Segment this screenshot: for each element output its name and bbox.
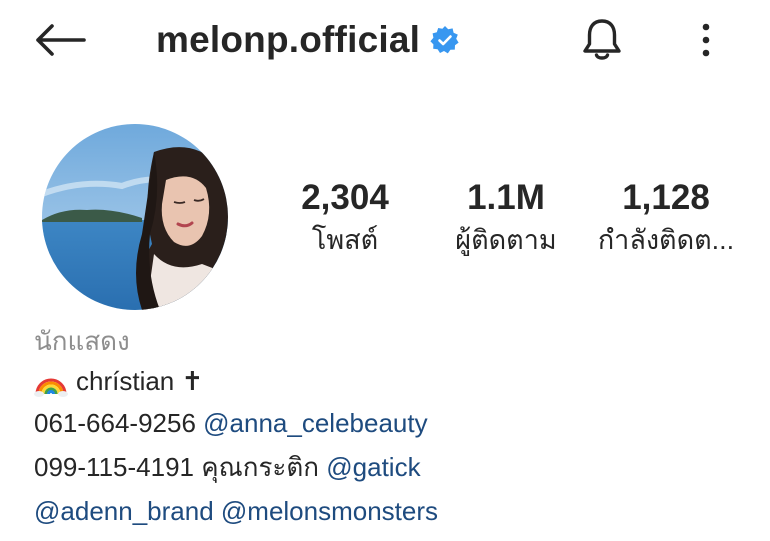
notifications-button[interactable] [577, 14, 627, 66]
rainbow-emoji [34, 364, 68, 398]
phone-number-1: 061-664-9256 [34, 408, 196, 438]
posts-label: โพสต์ [311, 225, 379, 255]
followers-count: 1.1M [467, 178, 545, 217]
bell-icon [583, 19, 621, 60]
following-count: 1,128 [622, 178, 710, 217]
verified-badge-icon [430, 25, 460, 55]
arrow-left-icon [36, 24, 86, 56]
mention-melonsmonsters[interactable]: @melonsmonsters [221, 496, 438, 526]
stat-posts[interactable]: 2,304 โพสต์ [290, 178, 400, 258]
followers-label: ผู้ติดตาม [455, 225, 557, 255]
stat-following[interactable]: 1,128 กำลังติดต... [590, 178, 742, 258]
back-button[interactable] [30, 18, 90, 62]
posts-count: 2,304 [301, 178, 389, 217]
phone-number-2: 099-115-4191 คุณกระติก [34, 452, 320, 482]
bio-line-3: 099-115-4191 คุณกระติก @gatick [34, 450, 421, 484]
bio-line-4: @adenn_brand @melonsmonsters [34, 494, 438, 528]
mention-anna-celebeauty[interactable]: @anna_celebeauty [203, 408, 427, 438]
mention-adenn-brand[interactable]: @adenn_brand [34, 496, 214, 526]
avatar[interactable] [42, 124, 228, 310]
bio-line-1: chrístian ✝ [34, 364, 203, 398]
top-bar: melonp.official [0, 0, 770, 80]
page-title: melonp.official [156, 19, 421, 60]
profile-photo [42, 124, 228, 310]
more-options-button[interactable] [686, 14, 726, 66]
following-label: กำลังติดต... [597, 225, 735, 255]
bio-line-2: 061-664-9256 @anna_celebeauty [34, 406, 428, 440]
profile-category: นักแสดง [34, 326, 130, 356]
mention-gatick[interactable]: @gatick [326, 452, 420, 482]
username-header: melonp.official [156, 14, 460, 66]
stat-followers[interactable]: 1.1M ผู้ติดตาม [448, 178, 564, 258]
more-vertical-icon [702, 23, 710, 57]
bio-text-1: chrístian ✝ [76, 366, 204, 396]
